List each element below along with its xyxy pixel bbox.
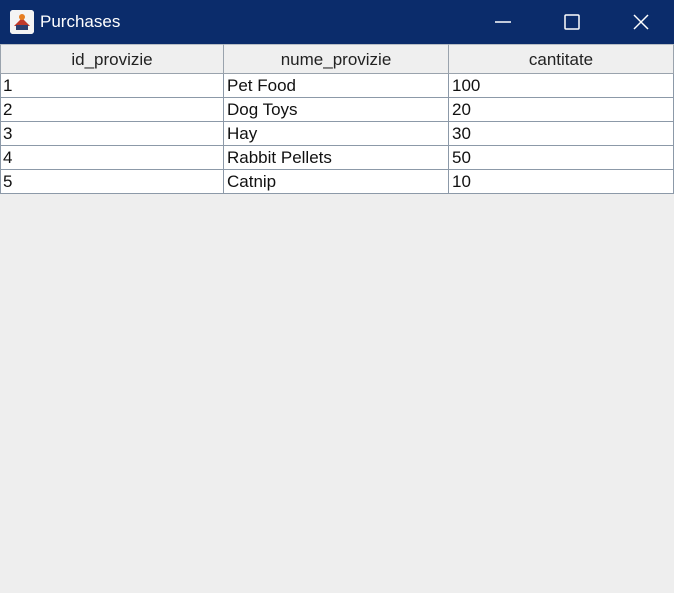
- cell-name[interactable]: Rabbit Pellets: [224, 146, 449, 170]
- column-header-id-provizie[interactable]: id_provizie: [0, 44, 224, 74]
- cell-id[interactable]: 2: [0, 98, 224, 122]
- minimize-icon: [495, 21, 511, 23]
- table-row[interactable]: 4 Rabbit Pellets 50: [0, 146, 674, 170]
- cell-id[interactable]: 5: [0, 170, 224, 194]
- cell-name[interactable]: Hay: [224, 122, 449, 146]
- column-header-nume-provizie[interactable]: nume_provizie: [223, 44, 449, 74]
- cell-name[interactable]: Pet Food: [224, 74, 449, 98]
- cell-quantity[interactable]: 100: [449, 74, 674, 98]
- maximize-icon: [564, 14, 580, 30]
- table-row[interactable]: 2 Dog Toys 20: [0, 98, 674, 122]
- cell-quantity[interactable]: 20: [449, 98, 674, 122]
- close-icon: [633, 14, 649, 30]
- table-row[interactable]: 3 Hay 30: [0, 122, 674, 146]
- title-bar[interactable]: Purchases: [0, 0, 674, 44]
- cell-quantity[interactable]: 50: [449, 146, 674, 170]
- cell-quantity[interactable]: 10: [449, 170, 674, 194]
- cell-id[interactable]: 1: [0, 74, 224, 98]
- table-row[interactable]: 5 Catnip 10: [0, 170, 674, 194]
- java-app-icon[interactable]: [10, 10, 34, 34]
- purchases-table[interactable]: id_provizie nume_provizie cantitate 1 Pe…: [0, 44, 674, 194]
- cell-quantity[interactable]: 30: [449, 122, 674, 146]
- table-header: id_provizie nume_provizie cantitate: [0, 44, 674, 74]
- window-title: Purchases: [40, 12, 121, 31]
- cell-name[interactable]: Catnip: [224, 170, 449, 194]
- cell-name[interactable]: Dog Toys: [224, 98, 449, 122]
- cell-id[interactable]: 3: [0, 122, 224, 146]
- purchases-window: Purchases id_provizie nume_provizie cant…: [0, 0, 674, 593]
- table-row[interactable]: 1 Pet Food 100: [0, 74, 674, 98]
- table-body: 1 Pet Food 100 2 Dog Toys 20 3 Hay 30 4 …: [0, 74, 674, 194]
- minimize-button[interactable]: [468, 0, 538, 44]
- maximize-button[interactable]: [537, 0, 607, 44]
- close-button[interactable]: [606, 0, 674, 44]
- column-header-cantitate[interactable]: cantitate: [448, 44, 674, 74]
- cell-id[interactable]: 4: [0, 146, 224, 170]
